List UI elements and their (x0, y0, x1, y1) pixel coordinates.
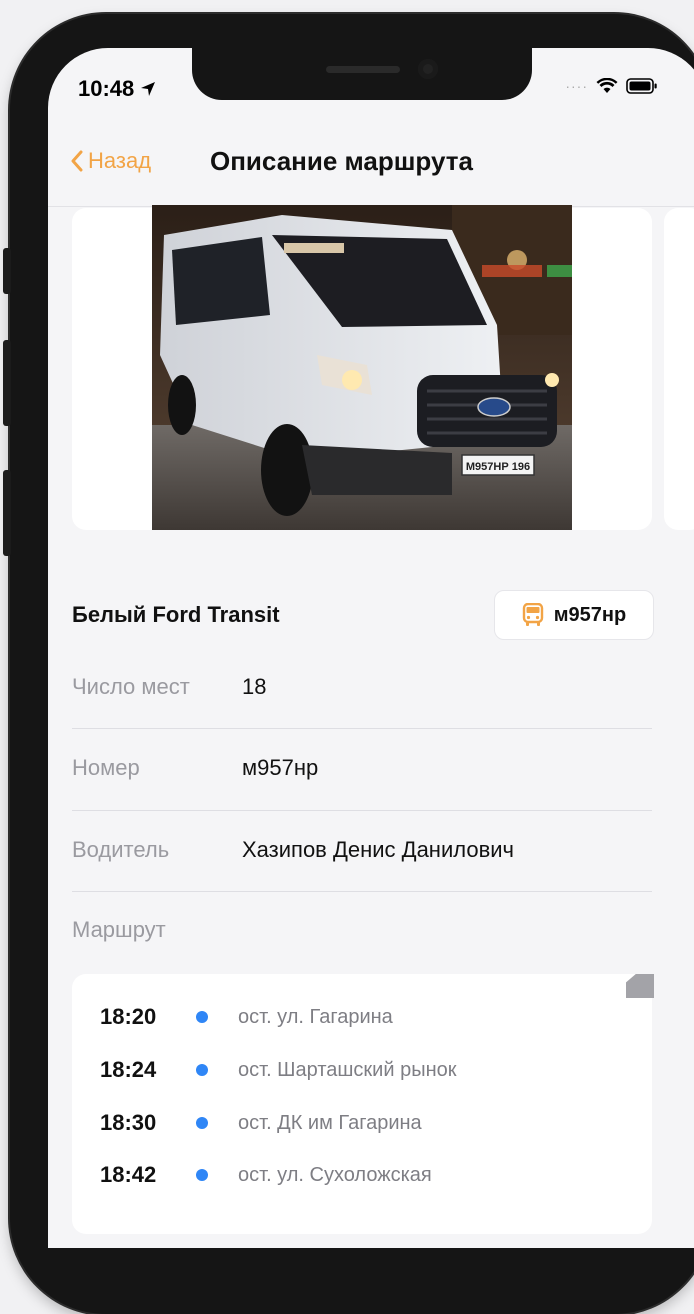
location-arrow-icon (141, 82, 156, 96)
plate-button[interactable]: м957нр (494, 590, 654, 640)
stop-time: 18:42 (100, 1162, 157, 1187)
speaker (326, 66, 400, 73)
plate-label: м957нр (553, 603, 627, 626)
route-stop[interactable]: 18:24 ост. Шарташский рынок (100, 1050, 457, 1090)
back-button[interactable]: Назад (70, 148, 151, 174)
stop-name: ост. ул. Сухоложская (238, 1163, 432, 1186)
signal-icon: ···· (565, 78, 588, 94)
stop-dot-icon (196, 1169, 208, 1181)
vehicle-title: Белый Ford Transit (72, 602, 280, 627)
driver-label: Водитель (72, 837, 170, 862)
page-title: Описание маршрута (210, 146, 473, 176)
silent-switch (3, 248, 11, 294)
camera (418, 59, 438, 79)
stop-dot-icon (196, 1117, 208, 1129)
divider (72, 891, 652, 892)
notch (192, 48, 532, 100)
stop-time: 18:24 (100, 1057, 157, 1082)
battery-icon (626, 78, 657, 94)
navigation-bar: Назад Описание маршрута (48, 110, 694, 207)
bus-icon (522, 603, 543, 626)
seats-label: Число мест (72, 674, 190, 699)
stop-time: 18:30 (100, 1110, 157, 1135)
chevron-left-icon (71, 150, 83, 172)
stop-dot-icon (196, 1011, 208, 1023)
stop-time: 18:20 (100, 1004, 157, 1029)
volume-down-button (3, 470, 11, 556)
stop-name: ост. ДК им Гагарина (238, 1111, 422, 1134)
status-time: 10:48 (78, 76, 156, 102)
route-stop[interactable]: 18:42 ост. ул. Сухоложская (100, 1155, 432, 1195)
volume-up-button (3, 340, 11, 426)
seats-value: 18 (242, 674, 267, 699)
next-photo-card[interactable] (664, 208, 694, 530)
route-label: Маршрут (72, 917, 166, 942)
number-value: м957нр (242, 755, 319, 780)
number-label: Номер (72, 755, 140, 780)
status-icons: ···· (565, 78, 658, 94)
divider (72, 810, 652, 811)
vehicle-photo: М957НР 196 (152, 205, 572, 530)
svg-text:М957НР 196: М957НР 196 (466, 461, 530, 473)
stop-name: ост. ул. Гагарина (238, 1005, 393, 1028)
divider (72, 728, 652, 729)
stop-name: ост. Шарташский рынок (238, 1058, 457, 1081)
route-stop[interactable]: 18:30 ост. ДК им Гагарина (100, 1103, 422, 1143)
stop-dot-icon (196, 1064, 208, 1076)
back-label: Назад (88, 148, 152, 173)
wifi-icon (596, 78, 618, 93)
driver-value: Хазипов Денис Данилович (242, 837, 515, 862)
route-stop[interactable]: 18:20 ост. ул. Гагарина (100, 997, 393, 1037)
